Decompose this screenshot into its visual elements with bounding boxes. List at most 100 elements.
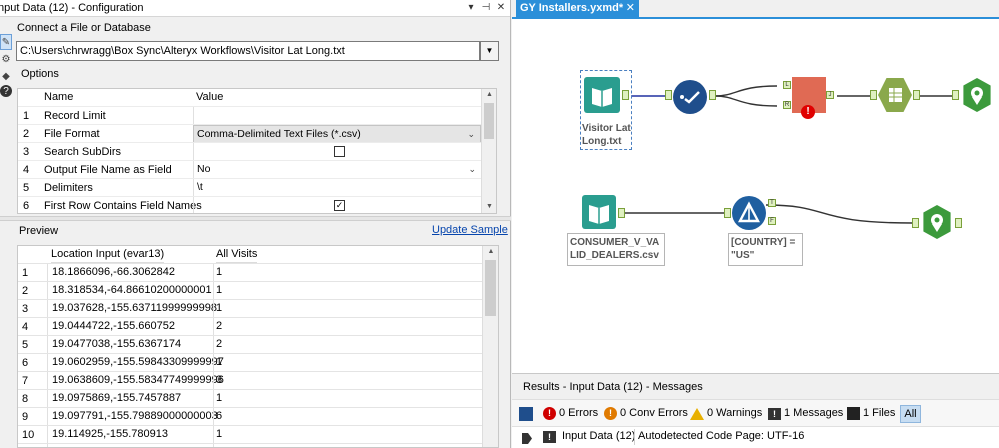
output-anchor[interactable] — [709, 90, 716, 100]
window-menu-icon[interactable]: ▾ — [465, 1, 477, 14]
location-cell: 19.0975869,-155.7457887 — [47, 390, 213, 408]
message-icon: ! — [543, 431, 556, 443]
workflow-canvas[interactable]: Visitor Lat Long.txt L R J ! CONSUMER_V_… — [512, 19, 999, 373]
output-anchor[interactable] — [622, 90, 629, 100]
warnings-filter-button[interactable]: 0 Warnings — [690, 405, 762, 422]
scroll-down-icon[interactable]: ▼ — [482, 201, 496, 213]
location-cell: 19.1164237,-155.7832408 — [47, 444, 213, 447]
preview-row[interactable]: 7 19.0638609,-155.58347749999996 3 — [18, 371, 483, 390]
filter-icon — [738, 201, 760, 223]
filter-true-anchor[interactable]: T — [768, 199, 776, 207]
tab-close-icon[interactable]: ✕ — [626, 0, 635, 16]
search-subdirs-checkbox[interactable] — [334, 146, 345, 157]
errors-filter-button[interactable]: ! 0 Errors — [543, 405, 598, 422]
options-row[interactable]: 6 First Row Contains Field Names ✓ — [18, 196, 482, 213]
data-cleansing-tool[interactable] — [673, 80, 707, 114]
visits-cell: 2 — [213, 318, 256, 336]
results-message-row[interactable]: ! Input Data (12) Autodetected Code Page… — [512, 426, 999, 448]
options-row[interactable]: 2 File Format Comma-Delimited Text Files… — [18, 124, 482, 143]
consumer-input-label: CONSUMER_V_VA LID_DEALERS.csv — [570, 237, 660, 261]
scroll-thumb[interactable] — [484, 103, 494, 139]
preview-row[interactable]: 1 18.1866096,-66.3062842 1 — [18, 263, 483, 282]
input-anchor[interactable] — [665, 90, 672, 100]
option-name: Output File Name as Field — [44, 164, 172, 176]
update-sample-link[interactable]: Update Sample — [432, 224, 508, 236]
preview-row[interactable]: 10 19.114925,-155.780913 1 — [18, 425, 483, 444]
document-tab-strip: GY Installers.yxmd* ✕ — [512, 0, 999, 17]
output-anchor[interactable] — [955, 218, 962, 228]
conversion-error-icon: ! — [604, 407, 617, 420]
join-output-anchor[interactable]: J — [826, 91, 834, 99]
preview-row[interactable]: 3 19.037628,-155.63711999999998 1 — [18, 299, 483, 318]
input-anchor[interactable] — [724, 208, 731, 218]
input-anchor[interactable] — [952, 90, 959, 100]
delimiters-field[interactable]: \t — [193, 179, 481, 197]
output-anchor[interactable] — [618, 208, 625, 218]
connection-line — [765, 204, 913, 224]
first-row-checkbox[interactable]: ✓ — [334, 200, 345, 211]
tab-workflow[interactable]: GY Installers.yxmd* ✕ — [516, 0, 639, 17]
results-layout-toggle[interactable] — [519, 405, 533, 422]
preview-row[interactable]: 1119.1164237,-155.783240814 — [18, 443, 483, 447]
preview-row[interactable]: 2 18.318534,-64.86610200000001 1 — [18, 281, 483, 300]
help-icon[interactable]: ? — [0, 85, 12, 97]
preview-row[interactable]: 9 19.097791,-155.79889000000003 6 — [18, 407, 483, 426]
input-anchor[interactable] — [912, 218, 919, 228]
visits-cell: 1 — [213, 300, 256, 318]
scroll-up-icon[interactable]: ▲ — [482, 89, 496, 101]
scroll-up-icon[interactable]: ▲ — [483, 246, 498, 258]
options-grid: Name Value 1 Record Limit 2 File Format … — [17, 88, 497, 214]
join-right-anchor[interactable]: R — [783, 101, 791, 109]
row-number: 5 — [23, 182, 30, 194]
scroll-thumb[interactable] — [485, 260, 496, 316]
messages-filter-button[interactable]: ! 1 Messages — [768, 405, 843, 422]
row-number: 8 — [22, 393, 29, 405]
filter-false-anchor[interactable]: F — [768, 217, 776, 225]
message-icon: ! — [768, 407, 781, 420]
record-limit-field[interactable] — [193, 107, 481, 125]
options-row[interactable]: 3 Search SubDirs — [18, 142, 482, 161]
preview-row[interactable]: 4 19.0444722,-155.660752 2 — [18, 317, 483, 336]
row-number: 4 — [23, 164, 30, 176]
pin-icon[interactable]: ⊣ — [480, 1, 492, 14]
output-anchor[interactable] — [913, 90, 920, 100]
output-file-name-value: No — [197, 163, 211, 175]
options-row[interactable]: 1 Record Limit — [18, 106, 482, 125]
join-left-anchor[interactable]: L — [783, 81, 791, 89]
input-data-tool-consumer[interactable] — [582, 195, 616, 229]
options-row[interactable]: 5 Delimiters \t — [18, 178, 482, 197]
preview-row[interactable]: 6 19.0602959,-155.59843309999997 1 — [18, 353, 483, 372]
filter-tool[interactable] — [732, 196, 766, 230]
options-row[interactable]: 4 Output File Name as Field No ⌄ — [18, 160, 482, 179]
annotation-icon[interactable]: ⚙ — [0, 51, 12, 67]
close-icon[interactable]: ✕ — [495, 1, 507, 14]
save-icon — [847, 407, 860, 420]
tag-icon[interactable]: ◆ — [0, 68, 12, 84]
input-anchor[interactable] — [870, 90, 877, 100]
preview-scrollbar[interactable]: ▲ — [482, 246, 498, 447]
configuration-title: nput Data (12) - Configuration — [0, 2, 144, 14]
location-cell: 19.114925,-155.780913 — [47, 426, 213, 444]
preview-row[interactable]: 8 19.0975869,-155.7457887 1 — [18, 389, 483, 408]
conv-errors-filter-button[interactable]: ! 0 Conv Errors — [604, 405, 688, 422]
row-number: 5 — [22, 339, 29, 351]
configuration-pane: nput Data (12) - Configuration ▾ ⊣ ✕ ✎ ⚙… — [0, 0, 511, 448]
all-filter-button[interactable]: All — [900, 405, 921, 423]
pane-splitter[interactable] — [0, 216, 511, 221]
visits-cell: 2 — [213, 336, 256, 354]
preview-row[interactable]: 5 19.0477038,-155.6367174 2 — [18, 335, 483, 354]
options-scrollbar[interactable]: ▲ ▼ — [481, 89, 496, 213]
configuration-icon[interactable]: ✎ — [0, 34, 12, 50]
visitor-input-label: Visitor Lat Long.txt — [582, 123, 631, 147]
visits-cell: 3 — [213, 372, 256, 390]
preview-grid: Location Input (evar13) All Visits 1 18.1… — [17, 245, 499, 448]
file-path-input[interactable]: C:\Users\chrwragg\Box Sync\Alteryx Workf… — [16, 41, 480, 61]
side-toolbar: ✎ ⚙ ◆ ? — [0, 34, 12, 98]
file-path-dropdown-button[interactable]: ▼ — [480, 41, 499, 61]
output-file-name-select[interactable]: No ⌄ — [193, 161, 481, 179]
location-cell: 19.0602959,-155.59843309999997 — [47, 354, 224, 372]
files-filter-button[interactable]: 1 Files — [847, 405, 895, 422]
chevron-down-icon: ⌄ — [467, 129, 475, 139]
file-format-select[interactable]: Comma-Delimited Text Files (*.csv) ⌄ — [193, 125, 481, 143]
input-data-tool-visitor[interactable] — [584, 77, 620, 113]
